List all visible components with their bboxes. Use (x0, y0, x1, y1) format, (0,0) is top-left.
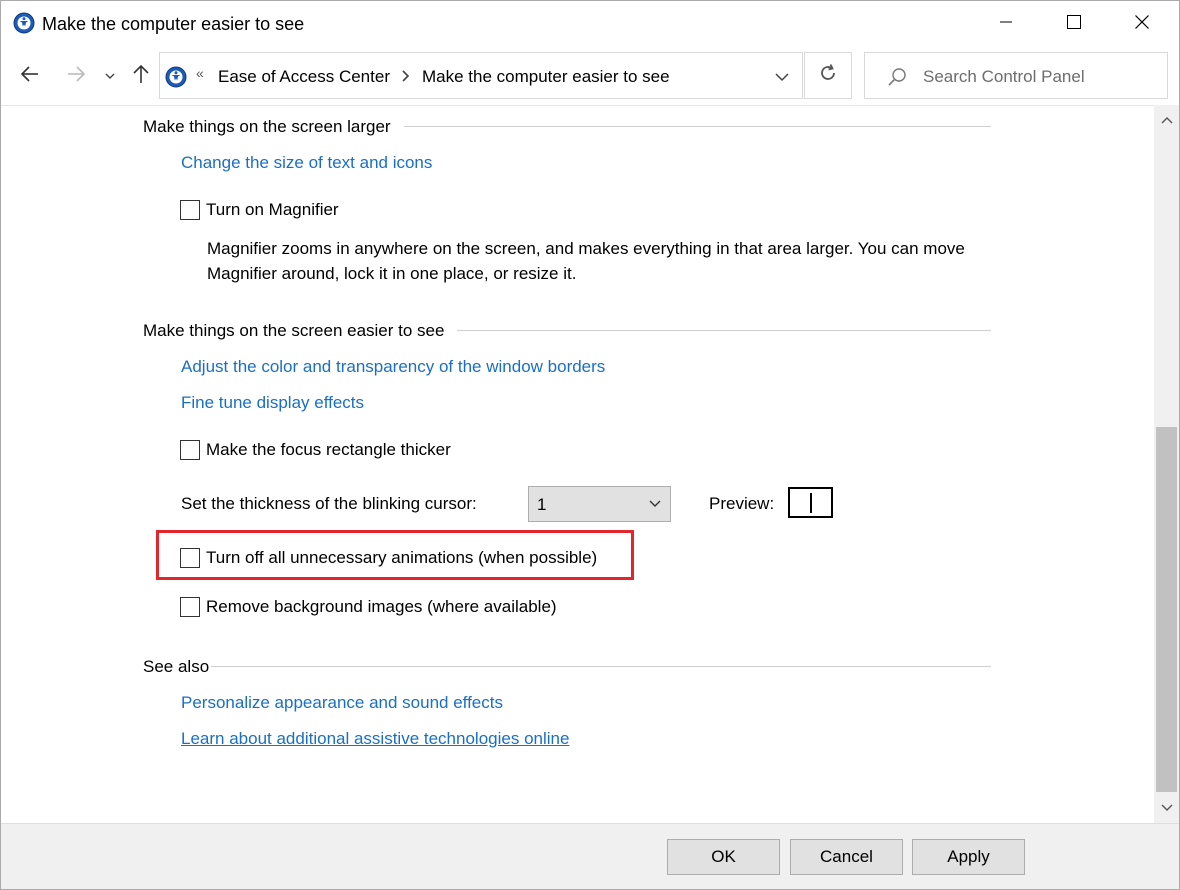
link-assistive-technologies[interactable]: Learn about additional assistive technol… (181, 729, 569, 749)
refresh-icon (818, 63, 838, 88)
forward-arrow-icon (66, 65, 86, 87)
section-divider (404, 126, 991, 127)
focus-rectangle-checkbox[interactable] (180, 440, 200, 460)
cursor-preview-caret (810, 493, 812, 513)
ease-of-access-icon (13, 12, 35, 34)
refresh-button[interactable] (804, 52, 852, 99)
address-overflow[interactable]: « (196, 65, 204, 81)
address-dropdown-button[interactable] (772, 67, 792, 87)
background-images-checkbox-label[interactable]: Remove background images (where availabl… (206, 597, 557, 617)
scroll-down-button[interactable] (1154, 793, 1179, 823)
window-title: Make the computer easier to see (42, 14, 305, 34)
back-arrow-icon (20, 65, 40, 87)
section-divider (211, 666, 991, 667)
search-box[interactable] (864, 52, 1168, 99)
ok-button[interactable]: OK (667, 839, 780, 875)
section-divider (457, 330, 991, 331)
chevron-down-icon (105, 67, 115, 85)
checkbox-row-background-images[interactable]: Remove background images (where availabl… (180, 597, 557, 617)
chevron-down-icon (648, 497, 662, 511)
forward-button[interactable] (61, 63, 91, 89)
animations-checkbox[interactable] (180, 548, 200, 568)
checkbox-row-animations[interactable]: Turn off all unnecessary animations (whe… (180, 548, 597, 568)
title-bar: Make the computer easier to see (1, 1, 1179, 47)
breadcrumb-separator-icon[interactable] (400, 68, 412, 84)
chevron-down-icon (1161, 799, 1173, 817)
scroll-thumb[interactable] (1156, 427, 1177, 792)
animations-checkbox-label[interactable]: Turn off all unnecessary animations (whe… (206, 548, 597, 568)
cursor-thickness-select[interactable]: 1 (528, 486, 671, 522)
close-button[interactable] (1119, 1, 1165, 47)
cursor-preview-box (788, 487, 833, 518)
magnifier-checkbox-label[interactable]: Turn on Magnifier (206, 200, 339, 220)
search-icon (887, 67, 907, 87)
maximize-button[interactable] (1051, 1, 1097, 47)
address-bar[interactable]: « Ease of Access Center Make the compute… (159, 52, 803, 99)
section-heading-see-also: See also (143, 657, 210, 676)
close-icon (1134, 14, 1150, 35)
recent-locations-button[interactable] (101, 66, 119, 86)
minimize-button[interactable] (983, 1, 1029, 47)
link-fine-tune-display[interactable]: Fine tune display effects (181, 393, 364, 413)
focus-rectangle-checkbox-label[interactable]: Make the focus rectangle thicker (206, 440, 451, 460)
background-images-checkbox[interactable] (180, 597, 200, 617)
cursor-preview-label: Preview: (709, 494, 775, 513)
vertical-scrollbar[interactable] (1154, 105, 1179, 823)
magnifier-description: Magnifier zooms in anywhere on the scree… (207, 239, 965, 283)
section-heading-easier: Make things on the screen easier to see (143, 321, 445, 340)
navigation-bar: « Ease of Access Center Make the compute… (1, 47, 1179, 105)
breadcrumb-current-page[interactable]: Make the computer easier to see (422, 67, 670, 87)
apply-button[interactable]: Apply (912, 839, 1025, 875)
magnifier-checkbox[interactable] (180, 200, 200, 220)
minimize-icon (998, 14, 1014, 35)
cursor-thickness-label: Set the thickness of the blinking cursor… (181, 494, 477, 513)
chevron-up-icon (1161, 111, 1173, 129)
dialog-footer: OK Cancel Apply (1, 823, 1179, 889)
cancel-button[interactable]: Cancel (790, 839, 903, 875)
scroll-up-button[interactable] (1154, 105, 1179, 135)
up-button[interactable] (128, 63, 154, 89)
cursor-thickness-value: 1 (537, 495, 547, 514)
checkbox-row-magnifier[interactable]: Turn on Magnifier (180, 200, 339, 220)
link-personalize-appearance[interactable]: Personalize appearance and sound effects (181, 693, 503, 713)
section-heading-larger: Make things on the screen larger (143, 117, 391, 136)
maximize-icon (1066, 14, 1082, 35)
checkbox-row-focus-rectangle[interactable]: Make the focus rectangle thicker (180, 440, 451, 460)
link-window-border-color[interactable]: Adjust the color and transparency of the… (181, 357, 605, 377)
breadcrumb-ease-of-access-center[interactable]: Ease of Access Center (218, 67, 390, 87)
search-input[interactable] (923, 65, 1153, 89)
link-change-text-size[interactable]: Change the size of text and icons (181, 153, 432, 173)
ease-of-access-icon (165, 66, 187, 88)
main-content: Make things on the screen larger Change … (1, 105, 1154, 823)
back-button[interactable] (15, 63, 45, 89)
control-panel-window: Make the computer easier to see « Ease o… (0, 0, 1180, 890)
up-arrow-icon (133, 64, 149, 89)
